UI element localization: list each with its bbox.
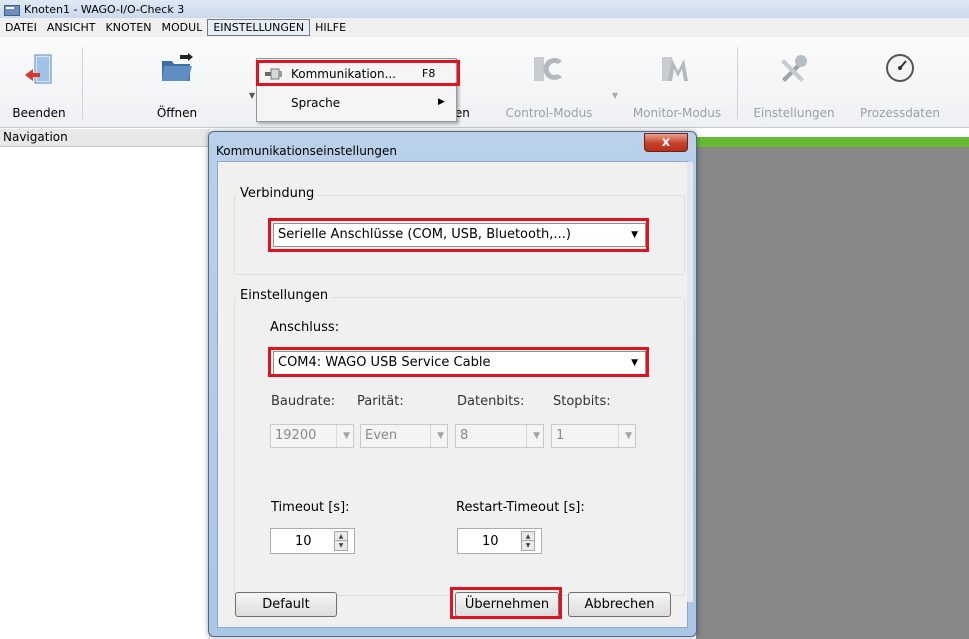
open-folder-icon [162,53,193,81]
menu-hilfe[interactable]: HILFE [310,19,351,36]
stopbits-value: 1 [556,428,565,443]
highlight-anschluss [268,347,649,377]
app-icon [4,3,20,16]
monitor-mode-icon [662,57,688,81]
stopbits-select[interactable]: 1 ▼ [551,424,636,448]
dialog-scrollbar[interactable] [687,162,693,602]
dialog-client: Verbindung Serielle Anschlüsse (COM, USB… [217,161,688,628]
spin-up-icon[interactable]: ▲ [522,532,534,541]
menu-modul[interactable]: MODUL [157,19,208,36]
chevron-down-icon: ▼ [526,425,540,447]
menu-datei[interactable]: DATEI [0,19,42,36]
datenbits-select[interactable]: 8 ▼ [455,424,544,448]
restart-timeout-value: 10 [482,534,499,549]
verbindung-title: Verbindung [237,186,318,201]
exit-icon [25,54,52,84]
monitor-modus-button[interactable]: Monitor-Modus [622,37,732,126]
highlight-kommunikation [256,60,460,86]
menu-ansicht[interactable]: ANSICHT [42,19,101,36]
toolbar-separator [82,47,83,119]
datenbits-label: Datenbits: [457,394,525,409]
menu-knoten[interactable]: KNOTEN [101,19,157,36]
baudrate-label: Baudrate: [271,394,336,409]
control-mode-icon [534,57,562,81]
timeout-spin-buttons[interactable]: ▲ ▼ [334,531,348,551]
gauge-icon [886,54,914,82]
prozessdaten-label: Prozessdaten [860,106,940,120]
dialog-title: Kommunikationseinstellungen [216,144,398,158]
title-bar: Knoten1 - WAGO-I/O-Check 3 [0,0,969,18]
restart-timeout-label: Restart-Timeout [s]: [456,500,585,515]
spin-down-icon[interactable]: ▼ [522,541,534,550]
oeffnen-button[interactable]: Öffnen [148,37,206,126]
oeffnen-label: Öffnen [156,106,198,120]
chevron-down-icon: ▼ [336,425,350,447]
paritaet-value: Even [365,428,398,443]
restart-spin-buttons[interactable]: ▲ ▼ [521,531,535,551]
kommunikation-dialog: Kommunikationseinstellungen x Verbindung… [208,131,697,637]
spin-up-icon[interactable]: ▲ [335,532,347,541]
menu-item-sprache[interactable]: Sprache ▶ [257,92,456,114]
workspace-panel [696,147,969,639]
highlight-verbindung [268,218,649,252]
timeout-label: Timeout [s]: [271,500,350,515]
default-button[interactable]: Default [235,592,337,617]
control-dropdown-arrow-icon[interactable]: ▼ [612,91,618,100]
einstellungen-title: Einstellungen [237,288,332,303]
spin-down-icon[interactable]: ▼ [335,541,347,550]
beenden-label: Beenden [12,106,66,120]
stopbits-label: Stopbits: [553,394,611,409]
control-modus-button[interactable]: Control-Modus [496,37,602,126]
anschluss-label: Anschluss: [270,320,340,335]
einstellungen-button[interactable]: Einstellungen [748,37,840,126]
toolbar-separator [737,47,738,119]
einstellungen-label: Einstellungen [753,106,835,120]
sprache-label: Sprache [291,96,341,110]
menu-bar: DATEI ANSICHT KNOTEN MODUL EINSTELLUNGEN… [0,18,969,37]
timeout-value: 10 [295,534,312,549]
beenden-button[interactable]: Beenden [8,37,70,126]
paritaet-select[interactable]: Even ▼ [360,424,448,448]
prozessdaten-button[interactable]: Prozessdaten [850,37,950,126]
baudrate-value: 19200 [275,428,317,443]
chevron-down-icon: ▼ [618,425,632,447]
submenu-arrow-icon: ▶ [438,97,445,107]
paritaet-label: Parität: [357,394,404,409]
window-title: Knoten1 - WAGO-I/O-Check 3 [24,2,185,16]
close-button[interactable]: x [644,133,688,152]
chevron-down-icon: ▼ [430,425,444,447]
timeout-stepper[interactable]: 10 ▲ ▼ [270,528,355,554]
navigation-panel: Navigation [0,129,210,639]
toolbar: Beenden Öffnen ▼ ren Control-Modus ▼ Mon… [0,37,969,128]
datenbits-value: 8 [460,428,469,443]
restart-timeout-stepper[interactable]: 10 ▲ ▼ [457,528,542,554]
navigation-header: Navigation [0,129,210,147]
monitor-modus-label: Monitor-Modus [632,106,722,120]
dropdown-arrow-icon[interactable]: ▼ [249,91,255,100]
abbrechen-button[interactable]: Abbrechen [568,592,671,617]
baudrate-select[interactable]: 19200 ▼ [270,424,354,448]
tools-icon [781,55,807,82]
highlight-uebernehmen [450,587,562,619]
menu-einstellungen[interactable]: EINSTELLUNGEN [207,19,311,36]
control-modus-label: Control-Modus [505,106,593,120]
